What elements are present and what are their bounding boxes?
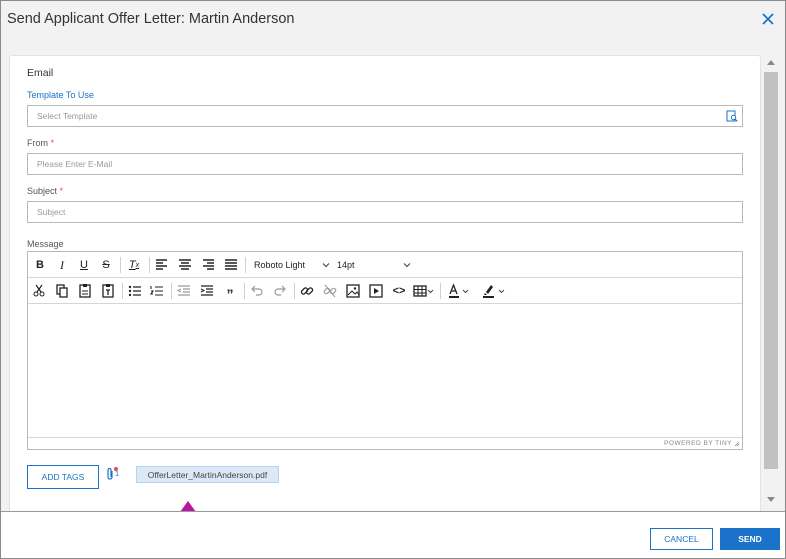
align-right-icon[interactable] bbox=[200, 256, 216, 274]
subject-label: Subject * bbox=[27, 186, 63, 196]
editor-statusbar: POWERED BY TINY bbox=[28, 437, 742, 449]
bullet-list-icon[interactable] bbox=[127, 282, 143, 300]
toolbar-divider bbox=[245, 257, 246, 273]
editor-toolbar-row-2: ” <> bbox=[28, 278, 742, 304]
toolbar-divider bbox=[294, 283, 295, 299]
editor-toolbar-row-1: B I U S Tx Roboto Light 14pt bbox=[28, 252, 742, 278]
from-required-mark: * bbox=[50, 138, 55, 148]
subject-input[interactable] bbox=[28, 202, 742, 222]
from-label-text: From bbox=[27, 138, 48, 148]
unlink-icon[interactable] bbox=[322, 282, 338, 300]
subject-required-mark: * bbox=[59, 186, 64, 196]
image-icon[interactable] bbox=[345, 282, 361, 300]
dialog-title: Send Applicant Offer Letter: Martin Ande… bbox=[7, 11, 295, 27]
redo-icon[interactable] bbox=[272, 282, 288, 300]
undo-icon[interactable] bbox=[249, 282, 265, 300]
template-search-icon[interactable] bbox=[726, 110, 738, 122]
scroll-thumb[interactable] bbox=[764, 72, 778, 469]
font-size-select[interactable]: 14pt bbox=[333, 256, 413, 274]
copy-icon[interactable] bbox=[54, 282, 70, 300]
editor-content-area[interactable] bbox=[28, 304, 742, 437]
toolbar-divider bbox=[122, 283, 123, 299]
from-field[interactable] bbox=[27, 153, 743, 175]
font-family-select[interactable]: Roboto Light bbox=[250, 256, 330, 274]
vertical-scrollbar[interactable] bbox=[763, 56, 779, 502]
clear-format-icon[interactable]: Tx bbox=[125, 256, 143, 274]
underline-icon[interactable]: U bbox=[76, 256, 92, 274]
resize-handle-icon[interactable] bbox=[734, 441, 740, 447]
numbered-list-icon[interactable] bbox=[149, 282, 165, 300]
paste-icon[interactable] bbox=[77, 282, 93, 300]
from-email-input[interactable] bbox=[28, 154, 742, 174]
align-left-icon[interactable] bbox=[154, 256, 170, 274]
blockquote-icon[interactable]: ” bbox=[222, 282, 238, 302]
attachment-file-chip[interactable]: OfferLetter_MartinAnderson.pdf bbox=[136, 466, 279, 483]
outdent-icon[interactable] bbox=[176, 282, 192, 300]
scroll-down-arrow-icon[interactable] bbox=[767, 497, 775, 502]
send-offer-letter-dialog: Send Applicant Offer Letter: Martin Ande… bbox=[0, 0, 786, 559]
paste-text-icon[interactable] bbox=[100, 282, 116, 300]
italic-icon[interactable]: I bbox=[54, 256, 70, 274]
code-icon[interactable]: <> bbox=[390, 282, 408, 300]
font-size-value: 14pt bbox=[337, 260, 355, 270]
chevron-down-icon bbox=[322, 263, 330, 268]
link-icon[interactable] bbox=[299, 282, 315, 300]
rich-text-editor: B I U S Tx Roboto Light 14pt ” <> POWERE… bbox=[27, 251, 743, 450]
message-label: Message bbox=[27, 239, 64, 249]
align-justify-icon[interactable] bbox=[223, 256, 239, 274]
cut-icon[interactable] bbox=[31, 282, 47, 300]
strikethrough-icon[interactable]: S bbox=[98, 256, 114, 274]
table-icon[interactable] bbox=[413, 282, 435, 300]
from-label: From * bbox=[27, 138, 54, 148]
dialog-footer: CANCEL SEND bbox=[1, 511, 785, 558]
attachment-count: 1 bbox=[115, 469, 120, 478]
cancel-button[interactable]: CANCEL bbox=[650, 528, 713, 550]
toolbar-divider bbox=[149, 257, 150, 273]
scroll-up-arrow-icon[interactable] bbox=[767, 60, 775, 65]
add-tags-button[interactable]: ADD TAGS bbox=[27, 465, 99, 489]
font-family-value: Roboto Light bbox=[254, 260, 306, 270]
send-button[interactable]: SEND bbox=[720, 528, 780, 550]
powered-by-tiny[interactable]: POWERED BY TINY bbox=[664, 440, 732, 447]
toolbar-divider bbox=[171, 283, 172, 299]
template-select[interactable] bbox=[27, 105, 743, 127]
toolbar-divider bbox=[120, 257, 121, 273]
toolbar-divider bbox=[244, 283, 245, 299]
attachment-indicator[interactable]: 1 bbox=[105, 466, 123, 482]
align-center-icon[interactable] bbox=[177, 256, 193, 274]
section-title-email: Email bbox=[27, 67, 54, 79]
subject-label-text: Subject bbox=[27, 186, 58, 196]
indent-icon[interactable] bbox=[199, 282, 215, 300]
text-color-icon[interactable] bbox=[446, 282, 472, 300]
dialog-header: Send Applicant Offer Letter: Martin Ande… bbox=[1, 1, 785, 41]
chevron-down-icon bbox=[403, 263, 411, 268]
subject-field[interactable] bbox=[27, 201, 743, 223]
media-icon[interactable] bbox=[368, 282, 384, 300]
highlight-icon[interactable] bbox=[480, 282, 508, 300]
close-icon[interactable] bbox=[757, 8, 779, 30]
template-label: Template To Use bbox=[27, 90, 94, 100]
template-input[interactable] bbox=[28, 106, 742, 126]
bold-icon[interactable]: B bbox=[32, 256, 48, 274]
toolbar-divider bbox=[440, 283, 441, 299]
